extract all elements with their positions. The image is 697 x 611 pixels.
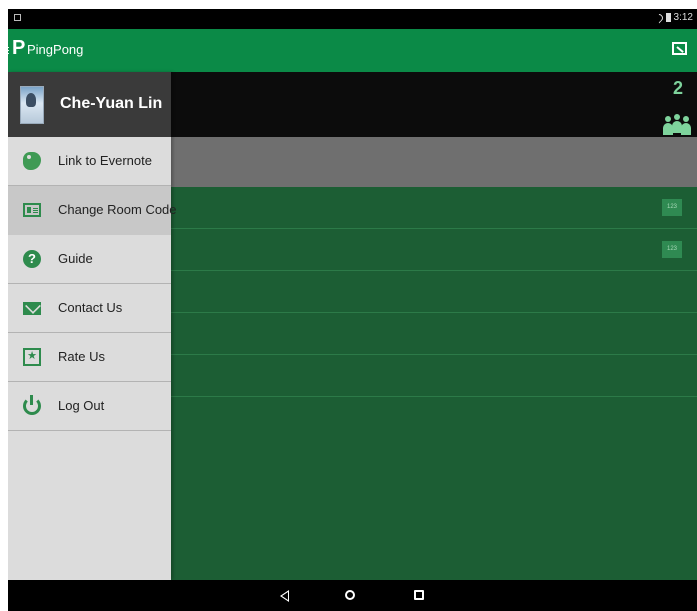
home-icon[interactable] [345,590,355,600]
back-icon[interactable] [280,590,289,602]
drawer-item-change-room-code[interactable]: Change Room Code [8,186,177,235]
drawer-item-label: Guide [58,251,93,266]
app-bar: P PingPong [8,29,697,72]
drawer-item-label: Link to Evernote [58,153,152,168]
star-icon: ★ [23,348,41,366]
list-row [171,313,697,355]
navigation-drawer: Che-Yuan Lin Link to Evernote Change Roo… [8,72,177,580]
list-row [171,355,697,397]
room-header: 2 [171,72,697,137]
status-right: 3:12 [652,11,693,24]
main-content: 2 123 123 [171,72,697,580]
clock: 3:12 [673,12,693,23]
cast-icon[interactable] [672,42,687,55]
app-title: PingPong [27,42,84,57]
recents-icon[interactable] [414,590,424,600]
wifi-icon [652,11,665,24]
list-row[interactable]: 123 [171,187,697,229]
app-logo: P [12,37,26,59]
drawer-item-rate-us[interactable]: ★ Rate Us [8,333,171,382]
avatar[interactable] [20,86,44,124]
help-icon: ? [23,250,41,268]
drawer-item-label: Log Out [58,398,105,413]
drawer-toggle-icon[interactable] [8,47,9,55]
drawer-item-label: Contact Us [58,300,123,315]
drawer-item-link-evernote[interactable]: Link to Evernote [8,137,171,186]
evernote-icon [23,152,41,170]
battery-icon [665,13,671,22]
drawer-item-label: Change Room Code [58,202,177,217]
row-badge[interactable]: 123 [662,241,682,258]
toolbar-band [171,137,697,187]
people-icon [663,105,691,135]
power-icon [23,395,41,415]
device-screen: 3:12 P PingPong 2 123 123 Che-Yuan Lin L… [8,9,697,611]
id-card-icon [23,203,41,217]
drawer-header: Che-Yuan Lin [8,72,171,137]
divider [8,430,171,431]
notification-icon [14,14,21,21]
mail-icon [23,302,41,315]
status-bar: 3:12 [8,9,697,29]
system-nav-bar [8,580,697,611]
list-row [171,271,697,313]
participant-count: 2 [672,78,683,98]
drawer-item-guide[interactable]: ? Guide [8,235,171,284]
drawer-item-log-out[interactable]: Log Out [8,382,171,431]
user-name: Che-Yuan Lin [60,95,163,112]
list-row[interactable]: 123 [171,229,697,271]
drawer-item-contact-us[interactable]: Contact Us [8,284,171,333]
row-badge[interactable]: 123 [662,199,682,216]
drawer-item-label: Rate Us [58,349,105,364]
